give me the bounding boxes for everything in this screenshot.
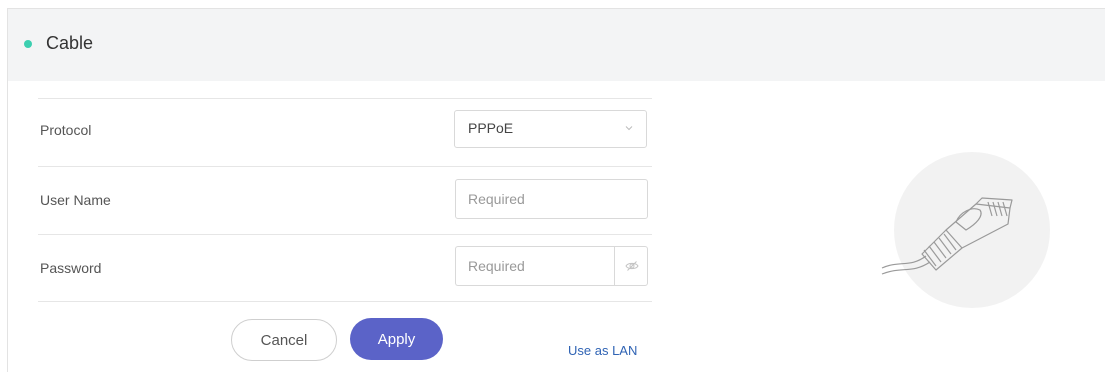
username-label: User Name — [40, 192, 111, 208]
status-dot — [24, 40, 32, 48]
use-as-lan-link[interactable]: Use as LAN — [568, 343, 637, 358]
section-header: Cable — [8, 9, 1105, 81]
protocol-label: Protocol — [40, 122, 92, 138]
divider — [38, 234, 652, 235]
divider — [38, 166, 652, 167]
divider — [38, 98, 652, 99]
password-input[interactable] — [455, 246, 614, 286]
apply-button[interactable]: Apply — [350, 318, 443, 360]
password-label: Password — [40, 260, 102, 276]
chevron-down-icon — [625, 126, 633, 131]
password-toggle[interactable] — [614, 246, 648, 286]
username-input[interactable] — [455, 179, 648, 219]
protocol-value: PPPoE — [468, 120, 514, 136]
section-title: Cable — [46, 33, 94, 53]
eye-slash-icon — [625, 261, 639, 271]
protocol-select[interactable]: PPPoE — [454, 110, 647, 148]
ethernet-cable-icon — [881, 152, 1050, 308]
cancel-button[interactable]: Cancel — [231, 319, 337, 361]
divider — [38, 301, 652, 302]
password-field — [455, 246, 648, 286]
